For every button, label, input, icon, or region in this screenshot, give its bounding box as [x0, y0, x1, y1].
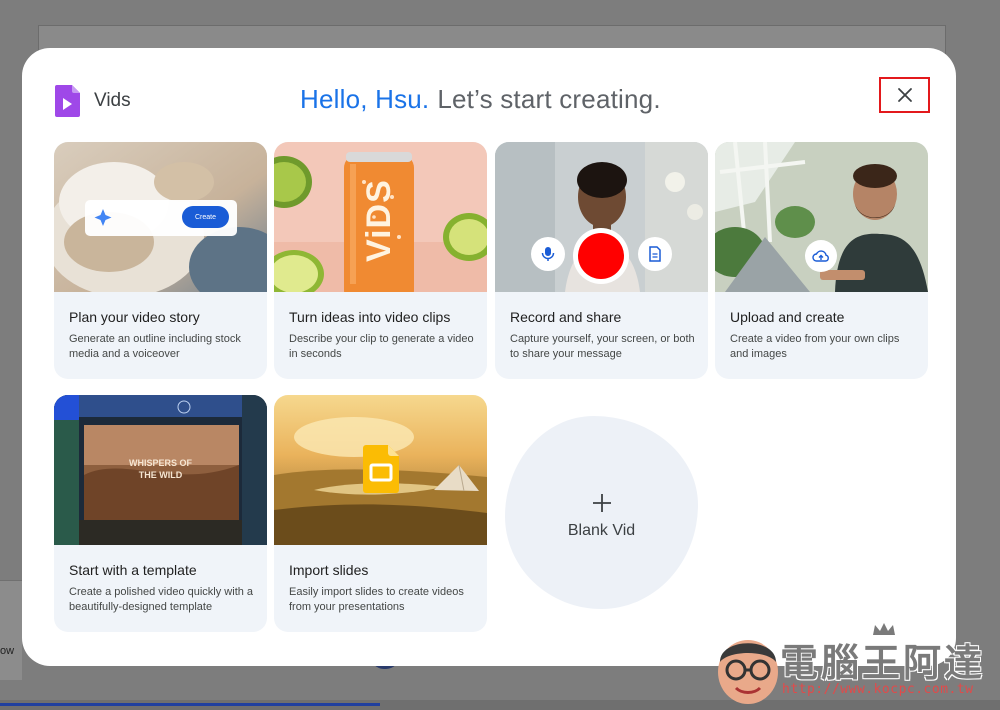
background-scroll-indicator [0, 703, 380, 706]
record-button [573, 228, 629, 284]
card-title: Start with a template [69, 562, 197, 578]
can-label: ViDS [360, 179, 398, 262]
blank-vid-button[interactable]: Blank Vid [505, 416, 698, 609]
card-media [54, 142, 267, 292]
card-record-and-share[interactable]: Record and share Capture yourself, your … [495, 142, 708, 379]
card-description: Easily import slides to create videos fr… [289, 586, 464, 613]
card-plan-video-story[interactable]: Create Plan your video story Generate an… [54, 142, 267, 379]
watermark-title: 電腦王阿達 [780, 641, 986, 685]
template-poster-title: WHISPERS OF THE WILD [128, 458, 192, 480]
watermark-url: http://www.kocpc.com.tw [782, 682, 974, 697]
card-description: Create a polished video quickly with a b… [69, 586, 254, 613]
greeting-text: Hello, Hsu. [300, 84, 430, 114]
card-title: Turn ideas into video clips [289, 309, 451, 325]
card-start-with-template[interactable]: WHISPERS OF THE WILD Start with a templa… [54, 395, 267, 632]
background-text: ow [0, 645, 15, 657]
card-title: Upload and create [730, 309, 845, 325]
card-title: Import slides [289, 562, 369, 578]
card-description: Describe your clip to generate a video i… [289, 333, 474, 360]
app-name: Vids [94, 90, 131, 111]
close-button[interactable] [879, 77, 930, 113]
card-ideas-to-clips[interactable]: ViDS Turn ideas into video clips Describ… [274, 142, 487, 379]
card-title: Record and share [510, 309, 622, 325]
brand: Vids [55, 85, 131, 117]
blank-vid-label: Blank Vid [567, 522, 636, 539]
mascot-logo [718, 640, 778, 704]
card-description: Capture yourself, your screen, or both t… [510, 333, 695, 360]
microphone-icon [541, 247, 555, 261]
document-icon [649, 246, 661, 262]
document-button [638, 237, 672, 271]
card-description: Create a video from your own clips and i… [730, 333, 900, 360]
background-side-panel [0, 580, 22, 680]
microphone-button [531, 237, 565, 271]
cloud-upload-icon [812, 250, 829, 262]
close-icon [897, 88, 912, 102]
card-import-slides[interactable]: Import slides Easily import slides to cr… [274, 395, 487, 632]
vids-logo-icon [55, 85, 80, 117]
plus-icon [505, 490, 698, 518]
card-upload-and-create[interactable]: Upload and create Create a video from yo… [715, 142, 928, 379]
create-dialog: Vids Hello, Hsu. Let’s start creating. C… [22, 48, 956, 666]
card-title: Plan your video story [69, 309, 200, 325]
card-description: Generate an outline including stock medi… [69, 333, 241, 360]
upload-button [805, 240, 837, 272]
slides-icon [363, 445, 399, 498]
subtitle-text: Let’s start creating. [437, 84, 661, 114]
watermark: 電腦王阿達 http://www.kocpc.com.tw [712, 622, 997, 708]
create-button: Create [182, 206, 229, 228]
page-title: Hello, Hsu. Let’s start creating. [300, 84, 661, 115]
